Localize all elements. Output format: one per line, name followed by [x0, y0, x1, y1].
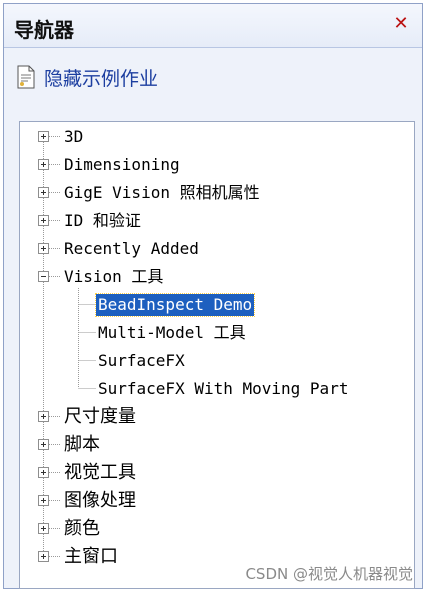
tree-item-label[interactable]: 尺寸度量: [62, 406, 138, 428]
tree-item-vision-tools[interactable]: Vision 工具: [38, 265, 165, 289]
expand-icon[interactable]: [38, 439, 49, 450]
tree-child-surfacefx[interactable]: SurfaceFX: [96, 349, 187, 373]
tree-item-dimension-measure[interactable]: 尺寸度量: [38, 405, 138, 429]
tree-item-label-selected[interactable]: BeadInspect Demo: [94, 293, 256, 317]
tree-item-label[interactable]: Recently Added: [62, 238, 201, 260]
collapse-icon[interactable]: [38, 271, 49, 282]
watermark: CSDN @视觉人机器视觉: [245, 565, 413, 583]
hide-example-jobs-link[interactable]: 隐藏示例作业: [16, 62, 158, 92]
expand-icon[interactable]: [38, 551, 49, 562]
navigator-header: 导航器 ✕: [4, 4, 422, 48]
tree-item-color[interactable]: 颜色: [38, 517, 102, 541]
tree-item-image-processing[interactable]: 图像处理: [38, 489, 138, 513]
tree-item-label[interactable]: Dimensioning: [62, 154, 182, 176]
tree-item-main-window[interactable]: 主窗口: [38, 545, 120, 569]
tree-item-label[interactable]: 图像处理: [62, 490, 138, 512]
tree-item-3d[interactable]: 3D: [38, 125, 85, 149]
tree-item-recently-added[interactable]: Recently Added: [38, 237, 201, 261]
tree-item-label[interactable]: Multi-Model 工具: [96, 322, 248, 344]
tree-item-label[interactable]: Vision 工具: [62, 266, 165, 288]
tree-item-label[interactable]: GigE Vision 照相机属性: [62, 182, 262, 204]
tree-item-dimensioning[interactable]: Dimensioning: [38, 153, 182, 177]
tree-view[interactable]: 3D Dimensioning GigE Vision 照相机属性 ID 和验证…: [19, 121, 415, 589]
tree-item-visual-tools[interactable]: 视觉工具: [38, 461, 138, 485]
tree-item-label[interactable]: ID 和验证: [62, 210, 143, 232]
tree-item-id-verification[interactable]: ID 和验证: [38, 209, 143, 233]
expand-icon[interactable]: [38, 523, 49, 534]
expand-icon[interactable]: [38, 243, 49, 254]
tree-child-surfacefx-moving-part[interactable]: SurfaceFX With Moving Part: [96, 377, 350, 401]
expand-icon[interactable]: [38, 411, 49, 422]
expand-icon[interactable]: [38, 131, 49, 142]
tree-item-label[interactable]: 主窗口: [62, 546, 120, 568]
expand-icon[interactable]: [38, 495, 49, 506]
close-button[interactable]: ✕: [390, 13, 412, 35]
task-label: 隐藏示例作业: [44, 67, 159, 90]
tree-item-label[interactable]: 脚本: [62, 434, 102, 456]
expand-icon[interactable]: [38, 187, 49, 198]
tree-item-label[interactable]: SurfaceFX With Moving Part: [96, 378, 350, 400]
tree-child-beadinspect-demo[interactable]: BeadInspect Demo: [94, 293, 256, 317]
expand-icon[interactable]: [38, 215, 49, 226]
navigator-title: 导航器: [14, 18, 74, 42]
tree-item-label[interactable]: SurfaceFX: [96, 350, 187, 372]
expand-icon[interactable]: [38, 159, 49, 170]
tree-item-scripts[interactable]: 脚本: [38, 433, 102, 457]
tree-child-multi-model[interactable]: Multi-Model 工具: [96, 321, 248, 345]
document-icon: [17, 65, 35, 89]
expand-icon[interactable]: [38, 467, 49, 478]
tree-item-label[interactable]: 颜色: [62, 518, 102, 540]
tree-item-gige-vision[interactable]: GigE Vision 照相机属性: [38, 181, 262, 205]
navigator-panel: 导航器 ✕ 隐藏示例作业 3D Dimensioning GigE Vision…: [3, 3, 423, 589]
tree-item-label[interactable]: 3D: [62, 126, 85, 148]
tree-item-label[interactable]: 视觉工具: [62, 462, 138, 484]
